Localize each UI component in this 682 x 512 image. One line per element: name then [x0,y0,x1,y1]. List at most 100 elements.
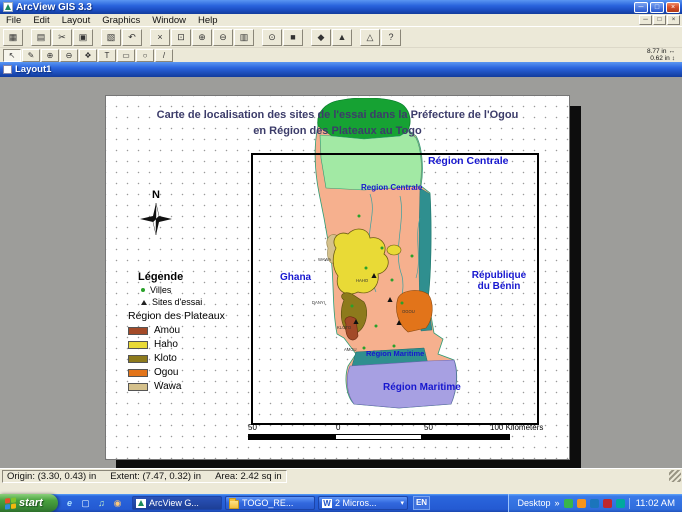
legend-plateaux-header: Région des Plateaux [128,310,225,322]
scale-tick-50-right: 50 [424,423,433,432]
help-button[interactable]: ? [381,29,401,46]
ungroup-button[interactable]: △ [360,29,380,46]
chevron-icon[interactable]: » [555,498,560,508]
tray-icon-1[interactable] [564,499,573,508]
legend-swatch-amou [128,327,148,335]
legend-sites-label: Sites d'essai [152,297,202,307]
arcview-app-icon [3,2,13,12]
menu-help[interactable]: Help [192,15,224,26]
quick-launch: e ▢ ♫ ◉ [58,497,129,510]
scale-bar[interactable]: 50 0 50 100 Kilometers [246,423,546,447]
zoom-extent-button[interactable]: ⊡ [171,29,191,46]
scale-bar-graphic [248,434,510,440]
legend-swatch-ogou [128,369,148,377]
width-arrow-icon: ↔ [669,48,676,55]
label-region-maritime-small[interactable]: Région Maritime [366,349,424,358]
windows-flag-icon [5,497,16,509]
menu-window[interactable]: Window [146,15,192,26]
label-region-centrale[interactable]: Région Centrale [428,155,509,167]
quicklaunch-ie-icon[interactable]: e [63,497,76,510]
paste-button[interactable]: ▧ [101,29,121,46]
status-area: Area: 2.42 sq in [215,471,282,482]
map-title[interactable]: Carte de localisation des sites de l'ess… [106,107,569,139]
taskbar-clock[interactable]: 11:02 AM [629,498,675,509]
coordinate-readout: 8.77 in ↔ 0.62 in ↕ [647,48,679,62]
child-close-icon[interactable]: × [667,15,680,25]
send-to-back-button[interactable]: ◆ [311,29,331,46]
zoom-out-button[interactable]: ⊖ [213,29,233,46]
delete-button[interactable]: × [150,29,170,46]
maximize-icon[interactable]: □ [650,2,664,13]
cut-button[interactable]: ✂ [52,29,72,46]
zoom-out-tool[interactable]: ⊖ [60,49,78,62]
pointer-tool[interactable]: ↖ [3,49,21,62]
legend-swatch-haho [128,341,148,349]
zoom-in-button[interactable]: ⊕ [192,29,212,46]
minimize-icon[interactable]: ─ [634,2,648,13]
window-title: ArcView GIS 3.3 [16,2,634,13]
status-bar: Origin: (3.30, 0.43) in Extent: (7.47, 0… [0,468,682,494]
start-label: start [19,497,43,509]
north-arrow[interactable]: N [136,189,176,242]
label-benin[interactable]: République du Bénin [464,270,534,292]
print-button[interactable]: ▤ [31,29,51,46]
tray-icon-4[interactable] [603,499,612,508]
zoom-selected-button[interactable]: ⊙ [262,29,282,46]
task-togo-folder[interactable]: TOGO_RE... [225,496,315,510]
zoom-in-tool[interactable]: ⊕ [41,49,59,62]
layout-window-titlebar[interactable]: Layout1 [0,62,682,77]
legend-villes-label: Villes [150,285,171,295]
task-folder-label: TOGO_RE... [242,498,293,508]
pan-tool[interactable]: ❖ [79,49,97,62]
word-icon: W [322,499,332,508]
menu-layout[interactable]: Layout [56,15,97,26]
save-button[interactable]: ▦ [3,29,23,46]
north-label: N [136,189,176,201]
frame-tool[interactable]: ▭ [117,49,135,62]
quicklaunch-media-icon[interactable]: ♫ [95,497,108,510]
resize-grip[interactable] [669,470,681,482]
quicklaunch-app-icon[interactable]: ◉ [111,497,124,510]
tray-icon-5[interactable] [616,499,625,508]
layout-canvas-area: Carte de localisation des sites de l'ess… [0,77,682,468]
window-titlebar[interactable]: ArcView GIS 3.3 ─ □ × [0,0,682,14]
menu-edit[interactable]: Edit [27,15,55,26]
layout-page[interactable]: Carte de localisation des sites de l'ess… [105,95,570,460]
label-region-maritime[interactable]: Région Maritime [383,382,461,393]
draw-tool[interactable]: ○ [136,49,154,62]
close-icon[interactable]: × [666,2,680,13]
legend-title: Légende [138,271,225,283]
task-arcview[interactable]: ArcView G... [132,496,222,510]
tray-icon-3[interactable] [590,499,599,508]
bring-to-front-button[interactable]: ■ [283,29,303,46]
child-restore-icon[interactable]: □ [653,15,666,25]
desktop-toolbar-label: Desktop [518,498,551,508]
zoom-actual-button[interactable]: ▥ [234,29,254,46]
undo-button[interactable]: ↶ [122,29,142,46]
legend-label-kloto: Kloto [154,353,177,364]
extent-width-value: 8.77 in [647,48,667,55]
line-tool[interactable]: / [155,49,173,62]
language-indicator[interactable]: EN [413,496,430,510]
text-tool[interactable]: T [98,49,116,62]
label-region-centrale-small[interactable]: Region Centrale [361,183,422,192]
legend[interactable]: Légende Villes Sites d'essai Région des … [128,271,225,392]
menu-file[interactable]: File [0,15,27,26]
task-buttons: ArcView G... TOGO_RE... W 2 Micros... ▾ [129,496,411,510]
menu-graphics[interactable]: Graphics [96,15,146,26]
quicklaunch-show-desktop-icon[interactable]: ▢ [79,497,92,510]
scale-tick-50-left: 50 [248,423,257,432]
child-minimize-icon[interactable]: ─ [639,15,652,25]
label-benin-line1: République [464,270,534,281]
tray-icon-2[interactable] [577,499,586,508]
start-button[interactable]: start [0,494,58,512]
ville-marker-icon [141,288,145,292]
map-title-line1: Carte de localisation des sites de l'ess… [106,107,569,123]
taskbar: start e ▢ ♫ ◉ ArcView G... TOGO_RE... W … [0,494,682,512]
copy-button[interactable]: ▣ [73,29,93,46]
vertex-edit-tool[interactable]: ✎ [22,49,40,62]
task-office-group[interactable]: W 2 Micros... ▾ [318,496,408,510]
group-button[interactable]: ▲ [332,29,352,46]
label-benin-line2: du Bénin [464,281,534,292]
label-ghana[interactable]: Ghana [280,272,311,283]
